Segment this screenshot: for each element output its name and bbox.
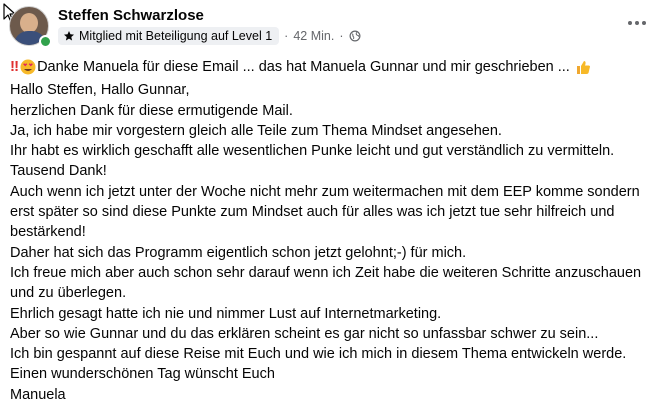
member-badge-label: Mitglied mit Beteiligung auf Level 1 bbox=[79, 29, 273, 43]
message-line: Manuela bbox=[10, 386, 66, 403]
message-line: Ja, ich habe mir vorgestern gleich alle … bbox=[10, 122, 502, 139]
post-body: ‼ Danke Manuela für diese Email ... das … bbox=[10, 57, 654, 405]
message-line: erst später so sind diese Punkte zum Min… bbox=[10, 204, 615, 221]
message-line: Aber so wie Gunnar und du das erklären s… bbox=[10, 325, 599, 342]
message-line: Hallo Steffen, Hallo Gunnar, bbox=[10, 82, 190, 99]
meta-separator: · bbox=[339, 29, 344, 43]
star-icon bbox=[64, 31, 74, 41]
more-options-icon bbox=[628, 21, 646, 25]
online-status-dot bbox=[39, 35, 52, 48]
post-headline: ‼ Danke Manuela für diese Email ... das … bbox=[10, 57, 654, 77]
post-timestamp[interactable]: 42 Min. bbox=[293, 29, 334, 43]
message-line: Ich freue mich aber auch schon sehr dara… bbox=[10, 264, 642, 281]
message-lines: Hallo Steffen, Hallo Gunnar, herzlichen D… bbox=[10, 80, 654, 405]
message-line: Auch wenn ich jetzt unter der Woche nich… bbox=[10, 183, 640, 200]
message-line: Tausend Dank! bbox=[10, 163, 107, 180]
headline-text: Danke Manuela für diese Email ... das ha… bbox=[37, 59, 570, 75]
message-line: Einen wunderschönen Tag wünscht Euch bbox=[10, 366, 275, 383]
message-line: Ihr habt es wirklich geschafft alle wese… bbox=[10, 143, 615, 160]
heart-eyes-emoji-icon bbox=[20, 59, 36, 75]
post-meta: Mitglied mit Beteiligung auf Level 1 · 4… bbox=[58, 27, 361, 45]
member-badge[interactable]: Mitglied mit Beteiligung auf Level 1 bbox=[58, 27, 280, 45]
message-line: herzlichen Dank für diese ermutigende Ma… bbox=[10, 102, 293, 119]
double-exclamation-icon: ‼ bbox=[10, 58, 19, 75]
meta-separator: · bbox=[284, 29, 289, 43]
more-options-button[interactable] bbox=[625, 11, 649, 35]
message-line: bestärkend! bbox=[10, 224, 86, 241]
author-name[interactable]: Steffen Schwarzlose bbox=[58, 7, 204, 24]
thumbs-up-emoji-icon bbox=[576, 61, 590, 75]
globe-icon[interactable] bbox=[349, 30, 361, 42]
message-line: und zu überlegen. bbox=[10, 285, 127, 302]
message-line: Ich bin gespannt auf diese Reise mit Euc… bbox=[10, 346, 627, 363]
message-line: Ehrlich gesagt hatte ich nie und nimmer … bbox=[10, 305, 442, 322]
message-line: Daher hat sich das Programm eigentlich s… bbox=[10, 244, 467, 261]
post-header: Steffen Schwarzlose Mitglied mit Beteili… bbox=[9, 5, 652, 48]
